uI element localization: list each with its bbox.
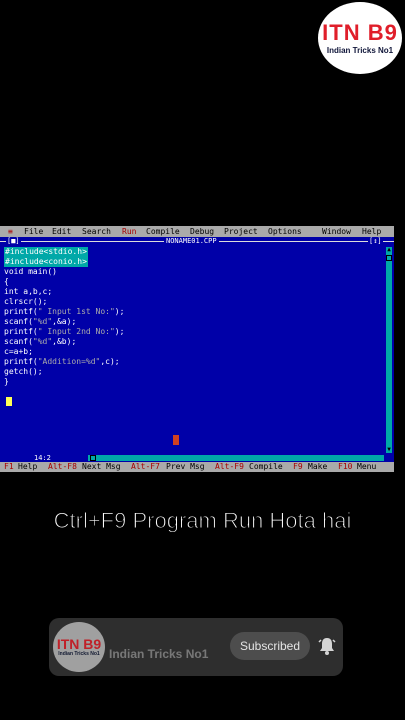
fkey-f1[interactable]: F1 <box>4 462 14 472</box>
menu-edit[interactable]: Edit <box>52 226 71 237</box>
channel-avatar[interactable]: ITN B9 Indian Tricks No1 <box>53 622 105 672</box>
menu-window[interactable]: Window <box>322 226 351 237</box>
fkey-f9-label: Make <box>308 462 328 471</box>
fkey-alt-f8-label: Next Msg <box>82 462 121 471</box>
vertical-scrollbar[interactable]: ▲ ▼ <box>386 247 392 453</box>
cursor-position: 14:2 <box>34 454 51 462</box>
hscroll-thumb[interactable] <box>90 455 96 461</box>
menu-search[interactable]: Search <box>82 226 111 237</box>
code-line: #include<stdio.h> <box>4 247 88 257</box>
fkey-alt-f7-label: Prev Msg <box>166 462 205 471</box>
logo-subtitle: Indian Tricks No1 <box>326 45 394 55</box>
channel-name: Indian Tricks No1 <box>109 647 209 661</box>
menu-file[interactable]: File <box>24 226 43 237</box>
mouse-pointer <box>173 435 179 445</box>
notification-bell-icon[interactable] <box>317 636 337 656</box>
fkey-f1-label: Help <box>18 462 38 471</box>
scroll-thumb[interactable] <box>386 255 392 261</box>
editor-title-bar: [■] NONAME01.CPP [↕] <box>0 237 394 246</box>
code-line: { <box>4 277 9 286</box>
video-caption: Ctrl+F9 Program Run Hota hai <box>53 508 352 534</box>
editor-status-row: 14:2 <box>0 454 394 462</box>
code-line: scanf("%d",&a); <box>4 317 77 326</box>
channel-logo: ITN B9 Indian Tricks No1 <box>318 2 402 74</box>
logo-text: ITN B9 <box>322 19 398 45</box>
menu-project[interactable]: Project <box>224 226 258 237</box>
fkey-alt-f8[interactable]: Alt-F8 <box>48 462 77 472</box>
zoom-icon[interactable]: [↕] <box>368 237 383 246</box>
menu-compile[interactable]: Compile <box>146 226 180 237</box>
fkey-alt-f7[interactable]: Alt-F7 <box>131 462 160 472</box>
menu-options[interactable]: Options <box>268 226 302 237</box>
menu-debug[interactable]: Debug <box>190 226 214 237</box>
code-line: clrscr(); <box>4 297 48 306</box>
code-line: printf("Addition=%d",c); <box>4 357 120 366</box>
scroll-up-icon[interactable]: ▲ <box>386 247 392 253</box>
avatar-logo-subtitle: Indian Tricks No1 <box>58 651 100 657</box>
fkey-f9[interactable]: F9 <box>293 462 303 472</box>
code-line: int a,b,c; <box>4 287 53 296</box>
close-icon[interactable]: [■] <box>6 237 21 246</box>
file-name: NONAME01.CPP <box>164 237 219 246</box>
code-line: #include<conio.h> <box>4 257 88 267</box>
code-line: scanf("%d",&b); <box>4 337 77 346</box>
fkey-alt-f9[interactable]: Alt-F9 <box>215 462 244 472</box>
fkey-f10-label: Menu <box>357 462 377 471</box>
code-editor[interactable]: #include<stdio.h> #include<conio.h> void… <box>2 247 384 453</box>
code-line: c=a+b; <box>4 347 33 356</box>
turbo-c-ide: ≡ File Edit Search Run Compile Debug Pro… <box>0 226 394 472</box>
menu-run[interactable]: Run <box>122 226 136 237</box>
avatar-logo-text: ITN B9 <box>56 636 102 652</box>
function-key-bar: F1 Help Alt-F8 Next Msg Alt-F7 Prev Msg … <box>0 462 394 472</box>
code-line: void main() <box>4 267 57 276</box>
code-line: printf(" Input 1st No:"); <box>4 307 125 316</box>
code-line: getch(); <box>4 367 43 376</box>
system-menu-icon[interactable]: ≡ <box>8 226 13 237</box>
subscribe-overlay: ITN B9 Indian Tricks No1 Indian Tricks N… <box>49 618 343 676</box>
text-cursor <box>6 397 12 406</box>
code-line: printf(" Input 2nd No:"); <box>4 327 125 336</box>
scroll-down-icon[interactable]: ▼ <box>386 447 392 453</box>
menu-bar: ≡ File Edit Search Run Compile Debug Pro… <box>0 226 394 237</box>
fkey-alt-f9-label: Compile <box>249 462 283 471</box>
subscribed-button[interactable]: Subscribed <box>230 632 310 660</box>
fkey-f10[interactable]: F10 <box>338 462 352 472</box>
horizontal-scrollbar[interactable] <box>88 455 384 461</box>
menu-help[interactable]: Help <box>362 226 381 237</box>
code-line: } <box>4 377 9 386</box>
